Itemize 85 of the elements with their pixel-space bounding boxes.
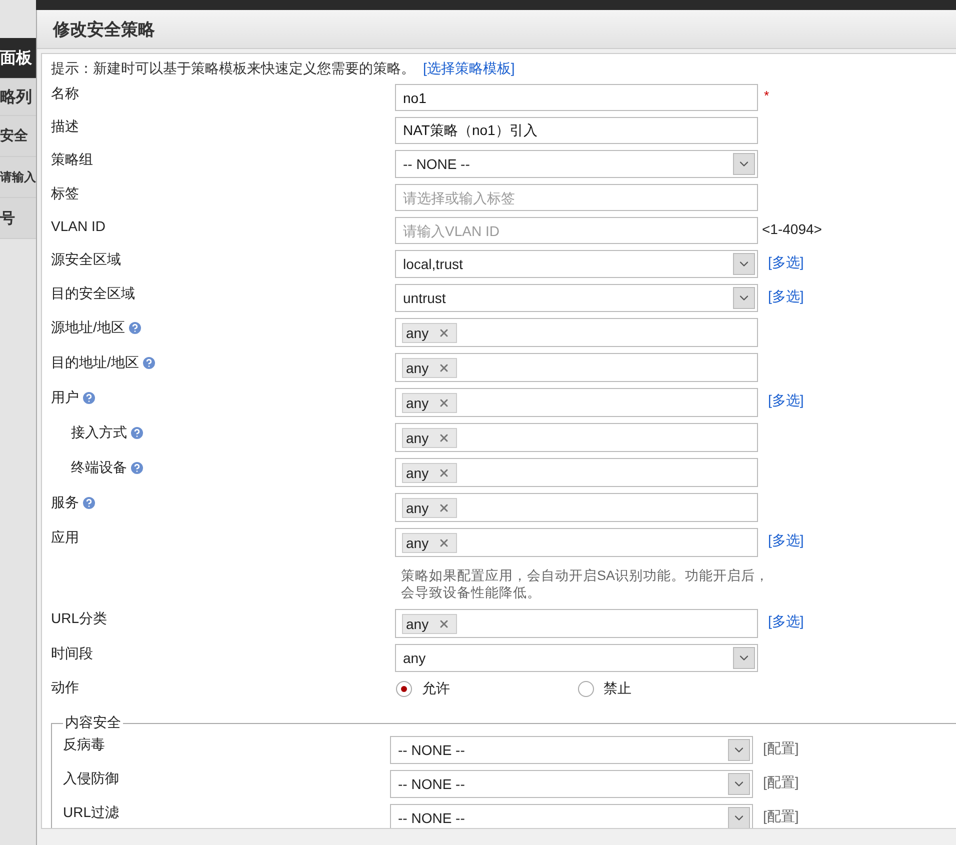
template-link[interactable]: [选择策略模板]: [423, 60, 515, 78]
tag: any: [402, 428, 457, 448]
help-icon[interactable]: [81, 495, 97, 511]
tag: any: [402, 322, 457, 342]
dropdown[interactable]: any: [395, 644, 758, 672]
tag-field[interactable]: any: [395, 318, 758, 347]
field-label: 应用: [51, 529, 79, 547]
range-hint: <1-4094>: [762, 221, 822, 237]
tag-field[interactable]: any: [395, 528, 758, 557]
tag-field[interactable]: any: [395, 353, 758, 382]
field-label: 时间段: [51, 645, 93, 663]
field-label: 目的地址/地区: [51, 354, 139, 372]
field-note: 策略如果配置应用，会自动开启SA识别功能。功能开启后，会导致设备性能降低。: [401, 567, 770, 601]
remove-icon[interactable]: [438, 432, 450, 444]
dropdown[interactable]: -- NONE --: [390, 770, 753, 798]
background-text: 请输入: [0, 168, 36, 186]
configure-link[interactable]: [配置]: [763, 740, 799, 758]
help-icon[interactable]: [129, 460, 145, 476]
remove-icon[interactable]: [438, 326, 450, 338]
dialog-title: 修改安全策略: [37, 10, 956, 49]
configure-link[interactable]: [配置]: [763, 808, 799, 826]
remove-icon[interactable]: [438, 362, 450, 374]
field-label: 入侵防御: [63, 770, 120, 788]
tag-field[interactable]: any: [395, 423, 758, 452]
field-label: 反病毒: [63, 736, 106, 754]
tag: any: [402, 358, 457, 378]
remove-icon[interactable]: [438, 466, 450, 478]
dropdown[interactable]: -- NONE --: [395, 150, 758, 178]
text-field[interactable]: 请选择或输入标签: [395, 184, 758, 211]
radio-label: 禁止: [604, 680, 632, 698]
tag-field[interactable]: any: [395, 388, 758, 417]
field-label: 源地址/地区: [51, 319, 125, 337]
multi-select-link[interactable]: [多选]: [768, 392, 804, 410]
field-label: 目的安全区域: [51, 285, 135, 303]
tag: any: [402, 462, 457, 482]
field-label: 标签: [51, 185, 79, 203]
multi-select-link[interactable]: [多选]: [768, 532, 804, 550]
background-text: 略列: [0, 88, 32, 108]
radio-button[interactable]: [396, 681, 412, 697]
dropdown[interactable]: local,trust: [395, 250, 758, 278]
help-icon[interactable]: [140, 355, 157, 371]
tag: any: [402, 614, 457, 634]
multi-select-link[interactable]: [多选]: [768, 288, 804, 306]
background-text: 号: [0, 208, 15, 228]
radio-button[interactable]: [578, 681, 594, 697]
text-field[interactable]: no1: [395, 84, 758, 111]
hint-text: 提示：新建时可以基于策略模板来快速定义您需要的策略。: [51, 60, 415, 78]
field-label: URL过滤: [63, 804, 120, 822]
tag: any: [402, 532, 457, 552]
field-label: 接入方式: [71, 424, 127, 442]
help-icon[interactable]: [81, 390, 97, 406]
radio-label: 允许: [422, 680, 450, 698]
background-text: 安全: [0, 127, 28, 145]
section-title: 内容安全: [64, 714, 122, 732]
remove-icon[interactable]: [438, 618, 450, 630]
field-label: 动作: [51, 679, 79, 697]
tag: any: [402, 392, 457, 412]
dropdown[interactable]: untrust: [395, 284, 758, 312]
remove-icon[interactable]: [438, 536, 450, 548]
field-label: 源安全区域: [51, 251, 121, 269]
help-icon[interactable]: [126, 320, 143, 336]
tag-field[interactable]: any: [395, 458, 758, 487]
remove-icon[interactable]: [438, 396, 450, 408]
help-icon[interactable]: [129, 425, 145, 441]
tag-field[interactable]: any: [395, 609, 758, 638]
tag: any: [402, 498, 457, 518]
text-field[interactable]: 请输入VLAN ID: [395, 217, 758, 244]
field-label: 描述: [51, 118, 79, 136]
field-label: 用户: [51, 389, 79, 407]
multi-select-link[interactable]: [多选]: [768, 613, 804, 631]
multi-select-link[interactable]: [多选]: [768, 254, 804, 272]
text-field[interactable]: NAT策略（no1）引入: [395, 117, 758, 144]
field-label: 策略组: [51, 151, 93, 169]
configure-link[interactable]: [配置]: [763, 774, 799, 792]
field-label: URL分类: [51, 610, 108, 628]
background-text: 面板: [0, 48, 32, 68]
dropdown[interactable]: -- NONE --: [390, 804, 753, 828]
field-label: 服务: [51, 494, 79, 512]
dropdown[interactable]: -- NONE --: [390, 736, 753, 764]
required-mark: *: [764, 88, 770, 103]
field-label: 名称: [51, 85, 79, 103]
field-label: 终端设备: [71, 459, 127, 477]
field-label: VLAN ID: [51, 218, 106, 234]
remove-icon[interactable]: [438, 502, 450, 514]
tag-field[interactable]: any: [395, 493, 758, 522]
